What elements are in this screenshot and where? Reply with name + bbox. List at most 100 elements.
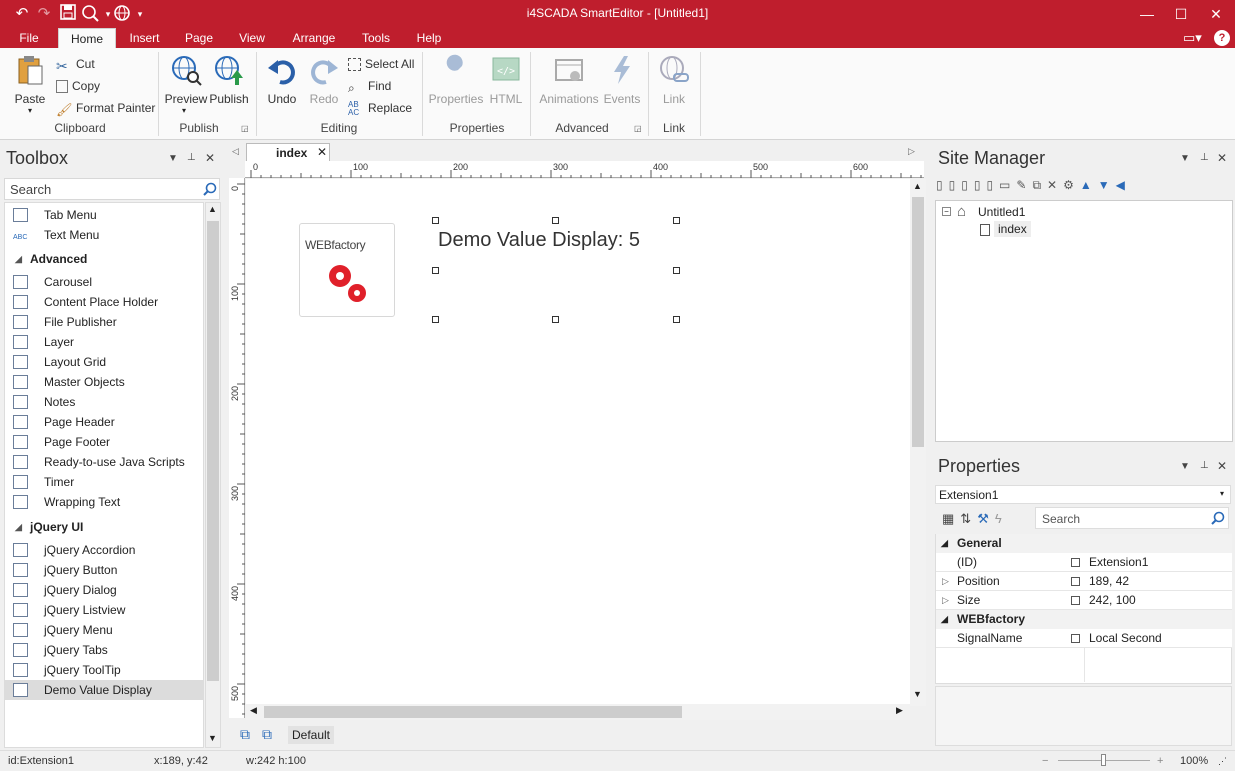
link-button[interactable]: Link [652, 52, 696, 116]
cut-button[interactable]: ✂ Cut [56, 55, 95, 74]
find-button[interactable]: ⌕ Find [348, 77, 391, 95]
scroll-up-icon[interactable]: ▲ [913, 181, 922, 191]
resize-handle[interactable] [552, 217, 559, 224]
toolbox-item[interactable]: Wrapping Text [5, 492, 203, 512]
pin-icon[interactable]: ⊥ [1200, 460, 1209, 471]
layout-icon[interactable]: ▭▾ [1183, 28, 1209, 48]
wrench-icon[interactable]: ⚒ [977, 511, 995, 526]
resize-handle[interactable] [673, 316, 680, 323]
resize-handle[interactable] [432, 267, 439, 274]
move-left-icon[interactable]: ◀ [1116, 178, 1131, 192]
toolbox-item[interactable]: Carousel [5, 272, 203, 292]
resize-handle[interactable] [432, 316, 439, 323]
toolbox-item[interactable]: Layer [5, 332, 203, 352]
html-button[interactable]: </> HTML [484, 52, 528, 116]
toolbox-item[interactable]: Timer [5, 472, 203, 492]
toolbox-item[interactable]: jQuery Accordion [5, 540, 203, 560]
paste-button[interactable]: Paste ▾ [8, 52, 52, 116]
toolbox-item[interactable]: jQuery Tabs [5, 640, 203, 660]
canvas-hscrollbar[interactable]: ◀ ▶ [246, 704, 910, 720]
resize-handle[interactable] [432, 217, 439, 224]
add-layer-icon[interactable]: ⧉ [240, 726, 250, 743]
property-row[interactable]: (ID) Extension1 [936, 553, 1232, 572]
scroll-right-icon[interactable]: ▶ [896, 705, 903, 716]
maximize-button[interactable]: ☐ [1164, 2, 1198, 26]
scroll-down-icon[interactable]: ▼ [208, 733, 217, 743]
move-down-icon[interactable]: ▼ [1098, 178, 1116, 192]
scroll-thumb[interactable] [264, 706, 682, 718]
toolbox-item[interactable]: jQuery Listview [5, 600, 203, 620]
property-binding-icon[interactable] [1071, 558, 1080, 567]
toolbox-item[interactable]: Page Footer [5, 432, 203, 452]
panel-menu-icon[interactable]: ▼ [1180, 153, 1190, 164]
toolbox-item[interactable]: jQuery Dialog [5, 580, 203, 600]
new-master-icon[interactable]: ▯ [949, 178, 962, 192]
toolbox-item[interactable]: jQuery ToolTip [5, 660, 203, 680]
scroll-thumb[interactable] [207, 221, 219, 681]
events-button[interactable]: Events [600, 52, 644, 116]
categorized-icon[interactable]: ▦ [942, 511, 960, 526]
toolbox-category-advanced[interactable]: ◢ Advanced [5, 248, 203, 270]
tab-scroll-right-icon[interactable]: ▷ [908, 146, 915, 157]
property-value[interactable]: Extension1 [1089, 553, 1148, 572]
select-all-button[interactable]: Select All [348, 55, 414, 73]
property-binding-icon[interactable] [1071, 596, 1080, 605]
toolbox-item-tab-menu[interactable]: Tab Menu [5, 205, 203, 225]
webfactory-logo[interactable]: WEBfactory [299, 223, 395, 317]
resize-handle[interactable] [673, 217, 680, 224]
scroll-left-icon[interactable]: ◀ [250, 705, 257, 716]
tab-home[interactable]: Home [58, 28, 116, 48]
tab-help[interactable]: Help [410, 28, 448, 48]
panel-menu-icon[interactable]: ▼ [168, 153, 178, 164]
tree-root-label[interactable]: Untitled1 [978, 205, 1025, 219]
tab-arrange[interactable]: Arrange [287, 28, 341, 48]
tree-page-index[interactable]: index [994, 221, 1031, 237]
lightning-icon[interactable]: ϟ [995, 511, 1008, 526]
redo-button[interactable]: Redo [300, 52, 348, 116]
resize-handle[interactable] [673, 267, 680, 274]
animations-button[interactable]: Animations [538, 52, 600, 116]
minimize-button[interactable]: — [1130, 2, 1164, 26]
property-binding-icon[interactable] [1071, 634, 1080, 643]
expand-icon[interactable]: ▷ [942, 572, 949, 591]
search-icon[interactable] [203, 182, 217, 196]
tab-page[interactable]: Page [180, 28, 218, 48]
scroll-down-icon[interactable]: ▼ [913, 689, 922, 699]
layer-settings-icon[interactable]: ⧉ [262, 726, 272, 743]
scroll-thumb[interactable] [912, 197, 924, 447]
resize-grip-icon[interactable]: ⋰ [1218, 753, 1227, 769]
toolbox-item[interactable]: Demo Value Display [5, 680, 203, 700]
toolbox-item[interactable]: Content Place Holder [5, 292, 203, 312]
close-button[interactable]: ✕ [1199, 2, 1233, 26]
tab-file[interactable]: File [10, 28, 48, 48]
dialog-launcher-icon[interactable]: ◲ [634, 124, 642, 133]
document-tab-index[interactable]: index ✕ [246, 143, 330, 161]
toolbox-item[interactable]: Layout Grid [5, 352, 203, 372]
property-binding-icon[interactable] [1071, 577, 1080, 586]
copy-icon[interactable]: ⧉ [1032, 178, 1047, 192]
zoom-slider-thumb[interactable] [1101, 754, 1106, 766]
folder-icon[interactable]: ▭ [999, 178, 1016, 192]
replace-button[interactable]: AB AC Replace [348, 99, 412, 117]
tab-insert[interactable]: Insert [122, 28, 167, 48]
template-icon[interactable]: ▯ [986, 178, 999, 192]
search-icon[interactable] [1211, 511, 1225, 525]
close-icon[interactable]: ✕ [1217, 459, 1227, 473]
collapse-icon[interactable]: − [942, 207, 951, 216]
toolbox-item[interactable]: Master Objects [5, 372, 203, 392]
toolbox-item[interactable]: jQuery Button [5, 560, 203, 580]
layer-tab-default[interactable]: Default [288, 726, 334, 744]
toolbox-item-text-menu[interactable]: ABC Text Menu [5, 225, 203, 245]
sort-az-icon[interactable]: ⇅ [960, 511, 977, 526]
toolbox-item[interactable]: jQuery Menu [5, 620, 203, 640]
property-category-general[interactable]: ◢ General [936, 534, 1232, 553]
zoom-in-button[interactable]: + [1157, 753, 1163, 769]
expand-icon[interactable]: ▷ [942, 591, 949, 610]
tab-scroll-left-icon[interactable]: ◁ [232, 146, 239, 157]
dialog-launcher-icon[interactable]: ◲ [241, 124, 249, 133]
page-settings-icon[interactable]: ▯ [974, 178, 987, 192]
publish-button[interactable]: Publish [205, 52, 253, 116]
search-input[interactable]: Search [10, 182, 51, 197]
property-row[interactable]: SignalName Local Second [936, 629, 1232, 648]
close-icon[interactable]: ✕ [1217, 151, 1227, 165]
